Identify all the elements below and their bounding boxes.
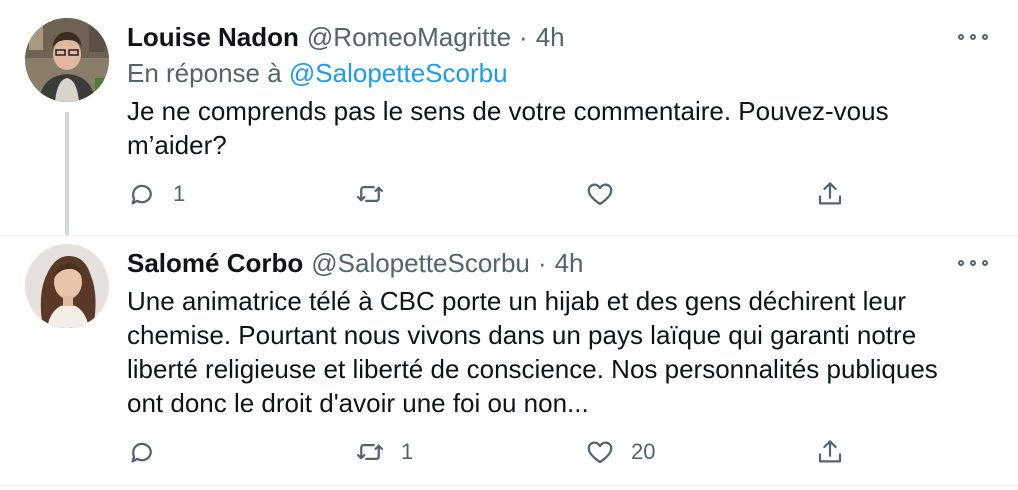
tweet-time[interactable]: 4h	[555, 248, 584, 279]
author-name[interactable]: Salomé Corbo	[127, 248, 303, 279]
reply-icon	[131, 184, 152, 205]
share-button[interactable]	[815, 434, 845, 470]
more-icon[interactable]	[958, 253, 988, 273]
avatar-image	[25, 18, 109, 102]
reply-mention-link[interactable]: @SalopetteScorbu	[289, 58, 508, 88]
tweet-louise-nadon[interactable]: Louise Nadon @RomeoMagritte · 4h En répo…	[0, 0, 1018, 236]
tweet-time[interactable]: 4h	[536, 22, 565, 53]
reply-prefix: En réponse à	[127, 58, 282, 88]
tweet-header: Louise Nadon @RomeoMagritte · 4h	[127, 20, 565, 54]
avatar-louise-nadon[interactable]	[25, 18, 109, 102]
tweet-salome-corbo[interactable]: Salomé Corbo @SalopetteScorbu · 4h Une a…	[0, 236, 1018, 490]
avatar-image	[25, 244, 109, 328]
bottom-divider	[0, 485, 1018, 486]
reply-button[interactable]	[127, 434, 173, 470]
retweet-icon	[357, 444, 383, 460]
share-icon	[818, 440, 842, 463]
tweet-header: Salomé Corbo @SalopetteScorbu · 4h	[127, 246, 583, 280]
retweet-count: 1	[401, 439, 414, 464]
avatar-salome-corbo[interactable]	[25, 244, 109, 328]
separator-dot: ·	[537, 247, 547, 278]
heart-icon	[587, 183, 613, 206]
like-count: 20	[631, 439, 656, 464]
tweet-actions: 1	[127, 176, 867, 212]
author-name[interactable]: Louise Nadon	[127, 22, 299, 53]
author-handle[interactable]: @RomeoMagritte	[307, 22, 511, 53]
tweet-text: Une animatrice télé à CBC porte un hijab…	[127, 286, 938, 418]
retweet-button[interactable]: 1	[355, 434, 413, 470]
retweet-icon	[357, 186, 383, 202]
reply-button[interactable]: 1	[127, 176, 185, 212]
reply-count: 1	[173, 181, 186, 206]
thread-line	[65, 112, 69, 236]
reply-context: En réponse à @SalopetteScorbu	[127, 58, 508, 89]
retweet-button[interactable]	[355, 176, 401, 212]
author-handle[interactable]: @SalopetteScorbu	[311, 248, 530, 279]
share-button[interactable]	[815, 176, 845, 212]
share-icon	[818, 182, 842, 205]
tweet-actions: 1 20	[127, 434, 867, 470]
tweet-text: Je ne comprends pas le sens de votre com…	[127, 96, 889, 160]
separator-dot: ·	[519, 21, 528, 52]
like-button[interactable]: 20	[585, 434, 655, 470]
more-icon[interactable]	[958, 27, 988, 47]
heart-icon	[587, 441, 613, 464]
like-button[interactable]	[585, 176, 631, 212]
reply-icon	[131, 442, 152, 463]
